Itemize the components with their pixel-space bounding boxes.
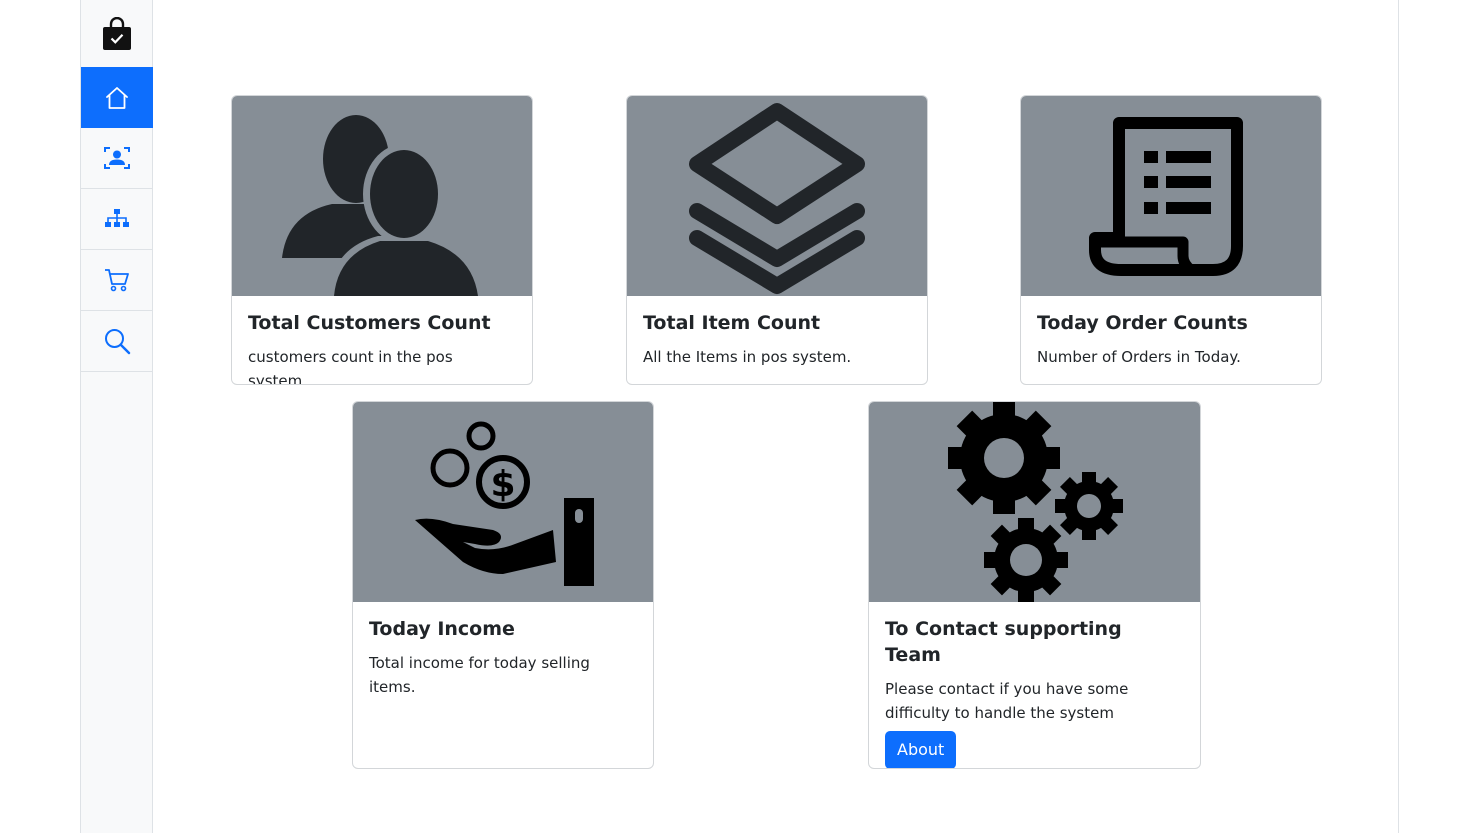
nav-items[interactable] xyxy=(81,189,153,250)
nav-cart[interactable] xyxy=(81,250,153,311)
items-card: Total Item Count All the Items in pos sy… xyxy=(626,95,928,385)
shopping-bag-check-icon xyxy=(103,16,131,50)
card-text: customers count in the pos system. xyxy=(248,348,453,385)
nav-search[interactable] xyxy=(81,311,153,372)
card-text: All the Items in pos system. xyxy=(643,348,852,366)
card-title: Total Customers Count xyxy=(248,312,491,334)
card-title: Today Order Counts xyxy=(1037,312,1248,334)
house-icon xyxy=(106,86,128,109)
items-card-image xyxy=(627,96,927,296)
card-title: Total Item Count xyxy=(643,312,821,334)
customers-card-image xyxy=(232,96,532,296)
about-button[interactable]: About xyxy=(885,731,957,768)
diagram-icon xyxy=(105,209,129,227)
nav-home[interactable] xyxy=(81,67,153,128)
person-badge-icon xyxy=(104,147,130,169)
gears-icon xyxy=(947,402,1123,602)
card-text: Total income for today selling items. xyxy=(369,654,590,696)
orders-card: Today Order Counts Number of Orders in T… xyxy=(1020,95,1322,385)
contact-card: To Contact supporting Team Please contac… xyxy=(868,401,1201,769)
nav-customers[interactable] xyxy=(81,128,153,189)
users-icon xyxy=(282,115,484,296)
receipt-icon xyxy=(1089,117,1243,276)
income-card-image: $ xyxy=(353,402,653,602)
hand-coins-icon: $ xyxy=(415,421,594,586)
svg-text:$: $ xyxy=(490,464,515,505)
card-title: To Contact supporting Team xyxy=(885,618,1122,666)
layers-icon xyxy=(689,103,865,294)
orders-card-image xyxy=(1021,96,1321,296)
customers-card: Total Customers Count customers count in… xyxy=(231,95,533,385)
cart-icon xyxy=(105,269,129,292)
logo[interactable] xyxy=(81,0,153,67)
card-text: Number of Orders in Today. xyxy=(1037,348,1241,366)
income-card: $ Today Income Total income for today se… xyxy=(352,401,654,769)
sidebar xyxy=(81,0,153,833)
card-text: Please contact if you have some difficul… xyxy=(885,680,1129,722)
search-icon xyxy=(105,329,131,355)
contact-card-image xyxy=(869,402,1200,602)
card-title: Today Income xyxy=(369,618,515,640)
